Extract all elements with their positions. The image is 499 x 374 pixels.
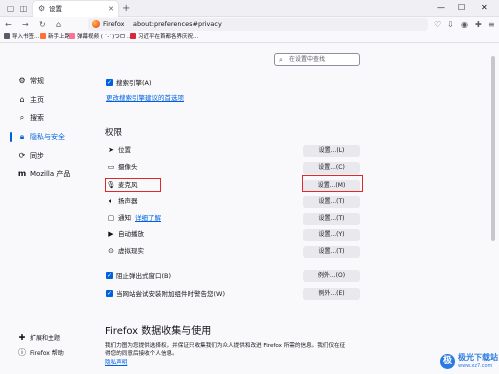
address-bar[interactable]: Firefox about:preferences#privacy xyxy=(88,18,428,31)
watermark-name: 极光下载站 xyxy=(458,353,498,362)
microphone-highlight-box xyxy=(105,178,161,192)
navigation-bar: ← → ↻ ⌂ Firefox about:preferences#privac… xyxy=(0,17,499,32)
autoplay-settings-button[interactable]: 设置...(Y) xyxy=(303,229,360,241)
bookmark-item[interactable]: 弹幕视频 ( ˙-˙)つロ ... xyxy=(69,33,132,42)
url-text[interactable]: about:preferences#privacy xyxy=(133,20,222,29)
settings-search-input[interactable]: ⌕ 在设置中查找 xyxy=(274,53,360,66)
import-icon xyxy=(4,33,10,39)
permission-label-autoplay: 自动播放 xyxy=(118,230,144,238)
popups-exceptions-button[interactable]: 例外...(O) xyxy=(303,270,360,282)
addons-exceptions-button[interactable]: 例外...(E) xyxy=(303,288,360,300)
tab-title: 设置 xyxy=(49,5,62,13)
news-icon xyxy=(130,33,136,39)
downloads-icon[interactable]: ⇩ xyxy=(447,18,454,31)
autoplay-icon: ▶ xyxy=(108,230,114,238)
speaker-settings-button[interactable]: 设置...(T) xyxy=(303,196,360,208)
maximize-icon[interactable]: ☐ xyxy=(458,2,465,14)
reload-icon[interactable]: ↻ xyxy=(39,18,46,31)
location-icon: ➤ xyxy=(108,146,114,154)
camera-icon: ▭ xyxy=(107,163,115,171)
speaker-icon: 🔈︎ xyxy=(108,197,114,205)
pocket-icon[interactable]: ♡ xyxy=(434,18,441,31)
firefox-logo-icon xyxy=(92,20,100,28)
identity-label: Firefox xyxy=(103,20,125,28)
sidebar-item-help[interactable]: ⓘ Firefox 帮助 xyxy=(17,348,64,359)
notification-icon: ▢ xyxy=(107,214,115,222)
close-window-icon[interactable]: ✕ xyxy=(481,2,488,14)
home-icon: ⌂ xyxy=(19,95,25,104)
extensions-icon[interactable]: ✚ xyxy=(475,18,482,31)
lock-icon: 🔒︎ xyxy=(19,132,25,141)
watermark-url: www.xz7.com xyxy=(458,363,493,369)
sidebar-item-general[interactable]: ⚙ 常规 xyxy=(17,76,44,86)
location-settings-button[interactable]: 设置...(L) xyxy=(303,145,360,157)
search-placeholder: 在设置中查找 xyxy=(289,56,326,63)
tab-strip: ▢ ◫ ⚙ 设置 ✕ + — ☐ ✕ xyxy=(0,0,499,17)
help-icon: ⓘ xyxy=(18,348,26,357)
notifications-settings-button[interactable]: 设置...(T) xyxy=(303,213,360,225)
search-suggestions-checkbox[interactable]: ✓ xyxy=(106,79,113,86)
data-collection-heading: Firefox 数据收集与使用 xyxy=(105,326,212,337)
camera-settings-button[interactable]: 设置...(C) xyxy=(303,162,360,174)
sidebar-item-extensions[interactable]: ✚ 扩展和主题 xyxy=(17,333,60,344)
bilibili-icon xyxy=(69,33,75,39)
data-collection-text: 我们力图为您提供选择权，并保证只收集我们为众人提供和改进 Firefox 所需的… xyxy=(105,343,346,349)
close-tab-icon[interactable]: ✕ xyxy=(108,4,114,14)
data-collection-text: 得您的同意后接收个人信息。 xyxy=(105,351,178,357)
permission-label-notifications: 通知 xyxy=(118,214,131,222)
mozilla-icon: m xyxy=(17,169,27,178)
bookmarks-bar: 导入书签... 新手上路 弹幕视频 ( ˙-˙)つロ ... 习近平在首都各界庆… xyxy=(0,32,499,43)
firefox-view-icon[interactable]: ◫ xyxy=(18,3,29,14)
vr-icon: ⊙ xyxy=(108,247,114,255)
permission-label-location: 位置 xyxy=(118,146,131,154)
tab-settings[interactable]: ⚙ 设置 ✕ xyxy=(33,1,118,17)
gear-icon: ⚙ xyxy=(18,76,26,85)
sidebar-item-home[interactable]: ⌂ 主页 xyxy=(17,95,44,105)
puzzle-icon: ✚ xyxy=(18,333,26,342)
permission-label-camera: 摄像头 xyxy=(118,163,138,171)
home-button-icon[interactable]: ⌂ xyxy=(56,18,61,31)
search-icon: ⌕ xyxy=(19,113,25,122)
category-sidebar: ⚙ 常规 ⌂ 主页 ⌕ 搜索 🔒︎ 隐私与安全 ⟳ 同步 m Mozilla 产品 ✚ 扩展和… xyxy=(0,44,100,374)
scrollbar-thumb[interactable] xyxy=(491,56,495,241)
bookmark-item[interactable]: 新手上路 xyxy=(40,33,70,42)
permissions-heading: 权限 xyxy=(105,128,123,138)
watermark: 极 极光下载站 www.xz7.com xyxy=(440,352,498,372)
sidebar-item-privacy[interactable]: 🔒︎ 隐私与安全 xyxy=(10,132,65,142)
sidebar-item-search[interactable]: ⌕ 搜索 xyxy=(17,113,44,123)
notifications-learn-more-link[interactable]: 详细了解 xyxy=(135,214,161,222)
new-tab-icon[interactable]: + xyxy=(122,2,130,15)
app-menu-icon[interactable]: ≡ xyxy=(488,18,495,31)
microphone-button-highlight-box xyxy=(302,175,363,192)
search-icon: ⌕ xyxy=(279,56,283,64)
block-popups-label: 阻止弹出式窗口(B) xyxy=(116,272,172,280)
search-suggestions-link[interactable]: 更改搜索引擎建议的首选项 xyxy=(106,94,184,102)
sync-icon: ⟳ xyxy=(18,151,26,160)
firefox-icon xyxy=(40,33,46,39)
minimize-icon[interactable]: — xyxy=(437,2,445,14)
permission-label-speaker: 扬声器 xyxy=(118,197,138,205)
search-suggestions-label: 搜索引擎(A) xyxy=(116,79,152,87)
block-popups-checkbox[interactable]: ✓ xyxy=(106,272,113,279)
permission-label-vr: 虚拟现实 xyxy=(118,247,144,255)
scrollbar[interactable] xyxy=(490,44,496,274)
tab-list-icon[interactable]: ▢ xyxy=(5,3,16,14)
forward-icon[interactable]: → xyxy=(22,18,29,31)
gear-icon: ⚙ xyxy=(38,4,46,13)
warn-addons-checkbox[interactable]: ✓ xyxy=(106,290,113,297)
back-icon[interactable]: ← xyxy=(5,18,12,31)
sidebar-item-sync[interactable]: ⟳ 同步 xyxy=(17,151,44,161)
bookmark-item[interactable]: 导入书签... xyxy=(4,33,39,42)
account-icon[interactable]: ◉ xyxy=(461,18,468,31)
preferences-page: ⚙ 常规 ⌂ 主页 ⌕ 搜索 🔒︎ 隐私与安全 ⟳ 同步 m Mozilla 产品 ✚ 扩展和… xyxy=(0,44,499,374)
warn-addons-label: 当网站尝试安装附加组件时警告您(W) xyxy=(116,290,225,298)
vr-settings-button[interactable]: 设置...(T) xyxy=(303,246,360,258)
privacy-notice-link[interactable]: 隐私声明 xyxy=(105,359,127,367)
watermark-logo: 极 xyxy=(440,354,455,369)
bookmark-item[interactable]: 习近平在首都各界庆祝... xyxy=(130,33,198,42)
sidebar-item-mozilla[interactable]: m Mozilla 产品 xyxy=(17,169,71,179)
